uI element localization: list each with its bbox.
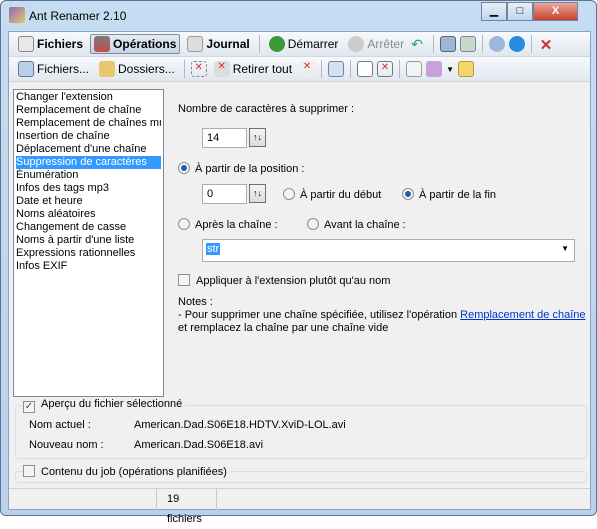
list-item[interactable]: Remplacement de chaînes multiples	[16, 117, 161, 130]
divider	[321, 60, 323, 78]
count-label: Nombre de caractères à supprimer :	[178, 103, 355, 115]
stop-button[interactable]: Arrêter	[345, 35, 407, 53]
remove-all-icon: ✕	[213, 61, 230, 77]
remove-all-button[interactable]: ✕ Retirer tout	[211, 60, 295, 78]
list-item[interactable]: Noms à partir d'une liste	[16, 234, 161, 247]
after-string-radio[interactable]: Après la chaîne :	[178, 218, 278, 231]
exit-icon[interactable]: ✕	[538, 36, 554, 54]
divider	[433, 35, 435, 53]
tab-fichiers[interactable]: Fichiers	[15, 35, 86, 53]
list-item[interactable]: Changer l'extension	[16, 91, 161, 104]
checkbox-icon	[23, 465, 35, 477]
list-item[interactable]: Changement de casse	[16, 221, 161, 234]
dropdown-arrow-icon[interactable]: ▼	[446, 65, 454, 74]
folder-icon	[99, 61, 116, 77]
list-item[interactable]: Infos des tags mp3	[16, 182, 161, 195]
chevron-down-icon[interactable]: ▼	[561, 244, 569, 253]
new-name-label: Nouveau nom :	[29, 439, 104, 451]
radio-icon	[178, 162, 190, 174]
close-button[interactable]: X	[533, 2, 578, 21]
help-icon[interactable]	[489, 36, 506, 52]
count-input[interactable]: 14	[202, 128, 247, 148]
divider	[531, 35, 533, 53]
grid-icon[interactable]	[357, 61, 374, 77]
job-checkbox[interactable]: Contenu du job (opérations planifiées)	[23, 465, 230, 478]
apply-extension-checkbox[interactable]: Appliquer à l'extension plutôt qu'au nom	[178, 274, 390, 287]
replace-string-link[interactable]: Remplacement de chaîne	[460, 309, 585, 321]
divider	[183, 60, 185, 78]
position-spinner[interactable]: ↑↓	[249, 184, 266, 203]
info-icon[interactable]	[509, 36, 526, 52]
status-cell	[9, 489, 157, 510]
tab-operations[interactable]: Opérations	[90, 34, 181, 54]
files-icon	[18, 36, 34, 52]
stop-icon	[348, 36, 365, 52]
divider	[399, 60, 401, 78]
status-bar: 19 fichiers	[9, 488, 590, 525]
string-combobox[interactable]: str ▼	[202, 239, 575, 262]
list-item[interactable]: Date et heure	[16, 195, 161, 208]
list-item[interactable]: Infos EXIF	[16, 260, 161, 273]
radio-icon	[178, 218, 190, 230]
divider	[350, 60, 352, 78]
list-item[interactable]: Déplacement d'une chaîne	[16, 143, 161, 156]
undo-icon[interactable]: ↶	[411, 36, 427, 52]
from-start-radio[interactable]: À partir du début	[283, 188, 381, 201]
open-icon[interactable]	[426, 61, 443, 77]
clear-grid-icon[interactable]: ✕	[377, 61, 394, 77]
list-item[interactable]: Remplacement de chaîne	[16, 104, 161, 117]
list-item[interactable]: Noms aléatoires	[16, 208, 161, 221]
list-item[interactable]: Expressions rationnelles	[16, 247, 161, 260]
current-name-value: American.Dad.S06E18.HDTV.XviD-LOL.avi	[134, 419, 346, 431]
settings-icon[interactable]	[460, 36, 477, 52]
from-position-radio[interactable]: À partir de la position :	[178, 162, 304, 175]
go-icon	[268, 36, 285, 52]
notes-line1: - Pour supprimer une chaîne spécifiée, u…	[178, 309, 586, 321]
main-toolbar: Fichiers Opérations Journal Démarrer Arr…	[9, 32, 590, 57]
divider	[258, 35, 260, 53]
tools-icon	[94, 36, 111, 52]
log-icon	[187, 36, 204, 52]
before-string-radio[interactable]: Avant la chaîne :	[307, 218, 406, 231]
app-icon	[9, 7, 25, 23]
operations-list[interactable]: Changer l'extension Remplacement de chaîn…	[13, 89, 164, 397]
client-area: Fichiers Opérations Journal Démarrer Arr…	[8, 31, 591, 525]
radio-icon	[402, 188, 414, 200]
new-icon[interactable]	[406, 61, 423, 77]
window-icon[interactable]	[440, 36, 457, 52]
app-window: Ant Renamer 2.10 ▁ □ X Fichiers Opératio…	[0, 0, 597, 525]
window-title: Ant Renamer 2.10	[29, 9, 127, 23]
save-icon[interactable]	[457, 61, 474, 77]
list-item[interactable]: Insertion de chaîne	[16, 130, 161, 143]
notes-line2: et remplacez la chaîne par une chaîne vi…	[178, 322, 389, 334]
radio-icon	[283, 188, 295, 200]
new-name-value: American.Dad.S06E18.avi	[134, 439, 264, 451]
file-count: 19 fichiers	[157, 489, 217, 525]
preview-checkbox[interactable]: ✓ Aperçu du fichier sélectionné	[23, 398, 186, 413]
count-spinner[interactable]: ↑↓	[249, 128, 266, 147]
position-input[interactable]: 0	[202, 184, 247, 204]
divider	[482, 35, 484, 53]
list-item[interactable]: Suppression de caractères	[16, 156, 161, 169]
files-toolbar: Fichiers... Dossiers... ✕ ✕ Retirer tout …	[9, 57, 590, 82]
add-files-icon	[18, 61, 34, 77]
add-folders-button[interactable]: Dossiers...	[96, 60, 178, 78]
add-files-button[interactable]: Fichiers...	[15, 60, 92, 78]
list-item[interactable]: Énumération	[16, 169, 161, 182]
string-value: str	[206, 243, 221, 255]
from-end-radio[interactable]: À partir de la fin	[402, 188, 496, 201]
current-name-label: Nom actuel :	[29, 419, 91, 431]
search-icon[interactable]	[328, 61, 345, 77]
remove-selected-icon[interactable]: ✕	[190, 61, 207, 77]
radio-icon	[307, 218, 319, 230]
minimize-button[interactable]: ▁	[481, 2, 507, 21]
notes-title: Notes :	[178, 296, 213, 308]
checkbox-icon	[178, 274, 190, 286]
remove-dead-icon[interactable]: ✕	[299, 61, 316, 77]
maximize-button[interactable]: □	[507, 2, 533, 21]
start-button[interactable]: Démarrer	[266, 35, 342, 53]
tab-journal[interactable]: Journal	[184, 35, 252, 53]
checkbox-icon: ✓	[23, 401, 35, 413]
